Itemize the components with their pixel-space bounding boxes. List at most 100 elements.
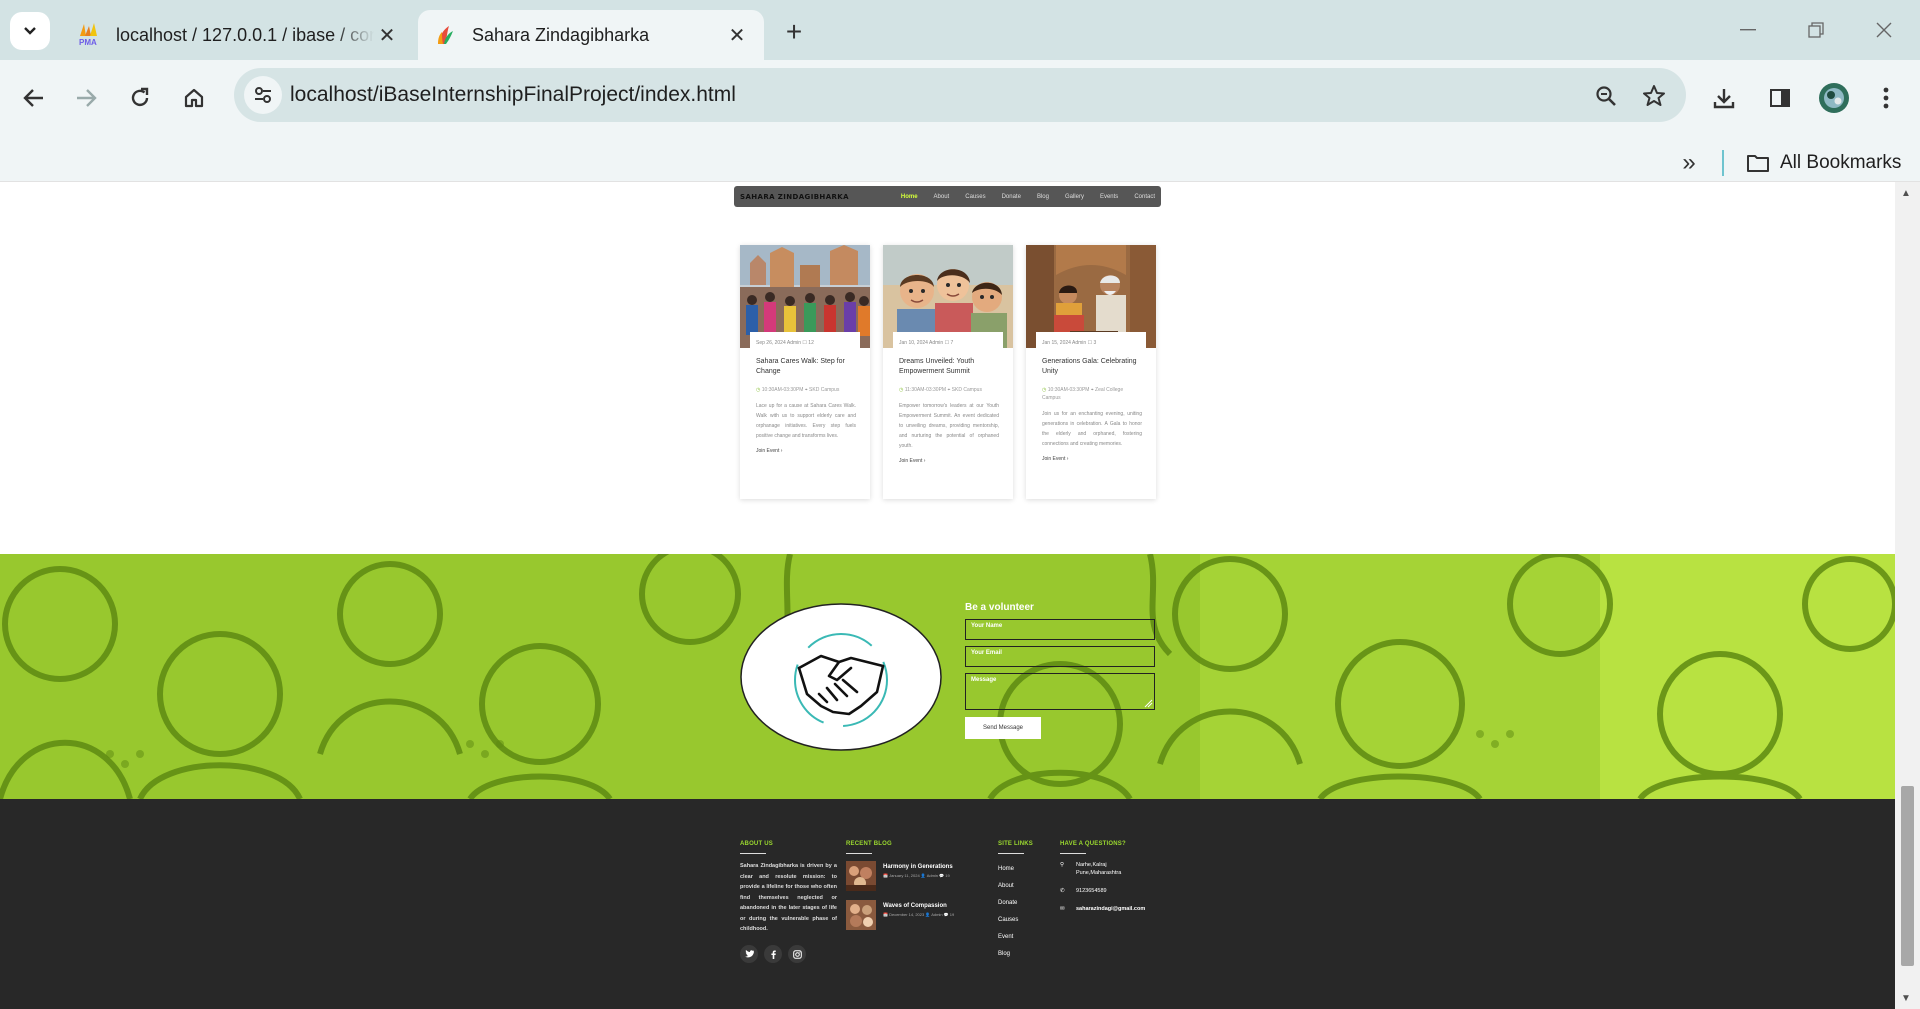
all-bookmarks-button[interactable]: All Bookmarks bbox=[1746, 146, 1901, 180]
brand-logo[interactable]: SAHARA ZINDAGIBHARKA bbox=[740, 193, 849, 201]
close-icon[interactable]: ✕ bbox=[724, 22, 750, 48]
scroll-down-icon[interactable]: ▼ bbox=[1901, 993, 1911, 1004]
home-button[interactable] bbox=[174, 78, 214, 118]
menu-button[interactable] bbox=[1866, 78, 1906, 118]
more-vert-icon bbox=[1883, 87, 1889, 109]
event-title[interactable]: Sahara Cares Walk: Step for Change bbox=[756, 357, 856, 377]
contact-phone[interactable]: ✆ 9123654589 bbox=[1060, 887, 1145, 895]
nav-events[interactable]: Events bbox=[1100, 194, 1118, 200]
site-footer: ABOUT US Sahara Zindagibharka is driven … bbox=[0, 799, 1895, 1009]
site-info-button[interactable] bbox=[244, 76, 282, 114]
instagram-icon[interactable] bbox=[788, 945, 806, 963]
social-links bbox=[740, 945, 806, 963]
email-field[interactable]: Your Email bbox=[965, 646, 1155, 667]
footer-site-links: SITE LINKS Home About Donate Causes Even… bbox=[998, 841, 1033, 963]
twitter-icon[interactable] bbox=[740, 945, 758, 963]
download-icon bbox=[1713, 89, 1735, 109]
downloads-button[interactable] bbox=[1704, 78, 1744, 118]
facebook-icon[interactable] bbox=[764, 945, 782, 963]
event-time: ◷ 11:30AM-03:30PM ⌖ SKD Campus bbox=[899, 387, 982, 393]
blog-meta: 📅 December 14, 2023 👤 Admin 💬 19 bbox=[883, 912, 955, 917]
footer-link-donate[interactable]: Donate bbox=[998, 895, 1033, 912]
profile-avatar[interactable] bbox=[1814, 78, 1854, 118]
close-icon[interactable]: ✕ bbox=[374, 22, 400, 48]
footer-link-causes[interactable]: Causes bbox=[998, 912, 1033, 929]
footer-link-event[interactable]: Event bbox=[998, 929, 1033, 946]
double-chevron-icon[interactable]: » bbox=[1674, 148, 1704, 178]
event-meta: Jan 10, 2024 Admin ☐ 7 bbox=[899, 340, 954, 346]
close-window-button[interactable] bbox=[1862, 12, 1906, 48]
home-icon bbox=[184, 88, 204, 108]
footer-recent-blog: RECENT BLOG Harmony in Generations 📅 Jan… bbox=[846, 841, 954, 939]
url-text[interactable]: localhost/iBaseInternshipFinalProject/in… bbox=[290, 83, 736, 107]
resize-handle-icon[interactable] bbox=[1143, 698, 1153, 708]
minimize-button[interactable] bbox=[1726, 12, 1770, 48]
map-marker-icon: ⚲ bbox=[1060, 862, 1065, 868]
zoom-icon bbox=[1596, 86, 1616, 106]
crowd-background-illustration bbox=[0, 554, 1895, 799]
contact-email[interactable]: ✉ saharazindagi@gmail.com bbox=[1060, 905, 1145, 913]
blog-title[interactable]: Harmony in Generations bbox=[883, 864, 953, 870]
nav-causes[interactable]: Causes bbox=[965, 194, 985, 200]
back-button[interactable] bbox=[14, 78, 54, 118]
new-tab-button[interactable]: + bbox=[776, 14, 812, 50]
join-event-link[interactable]: Join Event › bbox=[899, 458, 999, 464]
separator bbox=[1722, 150, 1724, 176]
footer-heading: RECENT BLOG bbox=[846, 841, 892, 847]
event-title[interactable]: Dreams Unveiled: Youth Empowerment Summi… bbox=[899, 357, 999, 377]
footer-heading: SITE LINKS bbox=[998, 841, 1034, 847]
page-scrollbar[interactable]: ▲ ▼ bbox=[1895, 182, 1920, 1009]
forward-button[interactable] bbox=[66, 78, 106, 118]
nav-contact[interactable]: Contact bbox=[1134, 194, 1155, 200]
footer-link-home[interactable]: Home bbox=[998, 861, 1033, 878]
side-panel-button[interactable] bbox=[1760, 78, 1800, 118]
footer-contact: HAVE A QUESTIONS? ⚲ Narhe,Kalraj Pune,Ma… bbox=[1060, 841, 1145, 923]
scroll-up-icon[interactable]: ▲ bbox=[1901, 188, 1911, 199]
minimize-icon bbox=[1740, 29, 1756, 31]
contact-address: ⚲ Narhe,Kalraj Pune,Maharashtra bbox=[1060, 862, 1122, 876]
event-description: Empower tomorrow's leaders at our Youth … bbox=[899, 403, 999, 449]
events-list: Sep 26, 2024 Admin ☐ 12 Sahara Cares Wal… bbox=[740, 245, 1156, 499]
tab-sahara[interactable]: Sahara Zindagibharka ✕ bbox=[418, 10, 764, 60]
clock-icon: ◷ bbox=[899, 387, 904, 393]
nav-about[interactable]: About bbox=[934, 194, 950, 200]
blog-meta: 📅 January 11, 2024 👤 Admin 💬 19 bbox=[883, 873, 950, 878]
tab-phpmyadmin[interactable]: PMA localhost / 127.0.0.1 / ibase / cont… bbox=[62, 10, 414, 60]
nav-blog[interactable]: Blog bbox=[1037, 194, 1049, 200]
bookmark-star-button[interactable] bbox=[1638, 80, 1670, 112]
blog-item[interactable]: Waves of Compassion 📅 December 14, 2023 … bbox=[846, 900, 954, 930]
name-field[interactable]: Your Name bbox=[965, 619, 1155, 640]
blog-thumbnail bbox=[846, 900, 876, 930]
nav-gallery[interactable]: Gallery bbox=[1065, 194, 1084, 200]
footer-heading: ABOUT US bbox=[740, 841, 773, 847]
event-card-body: Jan 10, 2024 Admin ☐ 7 Dreams Unveiled: … bbox=[899, 340, 999, 464]
restore-button[interactable] bbox=[1794, 12, 1838, 48]
nav-home[interactable]: Home bbox=[901, 194, 918, 200]
zoom-button[interactable] bbox=[1590, 80, 1622, 112]
page-viewport: SAHARA ZINDAGIBHARKA Home About Causes D… bbox=[0, 181, 1920, 1009]
tab-title: Sahara Zindagibharka bbox=[472, 24, 650, 45]
phone-icon: ✆ bbox=[1060, 888, 1065, 894]
join-event-link[interactable]: Join Event › bbox=[756, 448, 856, 454]
address-bar[interactable]: localhost/iBaseInternshipFinalProject/in… bbox=[234, 68, 1686, 122]
event-meta: Sep 26, 2024 Admin ☐ 12 bbox=[756, 340, 814, 346]
scrollbar-thumb[interactable] bbox=[1901, 786, 1914, 966]
nav-donate[interactable]: Donate bbox=[1002, 194, 1021, 200]
footer-link-about[interactable]: About bbox=[998, 878, 1033, 895]
volunteer-title: Be a volunteer bbox=[965, 602, 1034, 613]
about-text: Sahara Zindagibharka is driven by a clea… bbox=[740, 863, 837, 932]
blog-item[interactable]: Harmony in Generations 📅 January 11, 202… bbox=[846, 861, 954, 891]
join-event-link[interactable]: Join Event › bbox=[1042, 456, 1142, 462]
blog-title[interactable]: Waves of Compassion bbox=[883, 903, 954, 909]
nav-links: Home About Causes Donate Blog Gallery Ev… bbox=[885, 194, 1155, 200]
footer-link-blog[interactable]: Blog bbox=[998, 946, 1033, 963]
event-title[interactable]: Generations Gala: Celebrating Unity bbox=[1042, 357, 1142, 377]
event-card: Sep 26, 2024 Admin ☐ 12 Sahara Cares Wal… bbox=[740, 245, 870, 499]
event-time: ◷ 10:30AM-03:30PM ⌖ Zeal College Campus bbox=[1042, 387, 1124, 401]
message-placeholder: Message bbox=[971, 677, 997, 683]
message-field[interactable]: Message bbox=[965, 673, 1155, 710]
all-bookmarks-label: All Bookmarks bbox=[1780, 152, 1902, 173]
send-message-button[interactable]: Send Message bbox=[965, 717, 1041, 739]
tab-search-button[interactable] bbox=[10, 12, 50, 50]
reload-button[interactable] bbox=[120, 78, 160, 118]
